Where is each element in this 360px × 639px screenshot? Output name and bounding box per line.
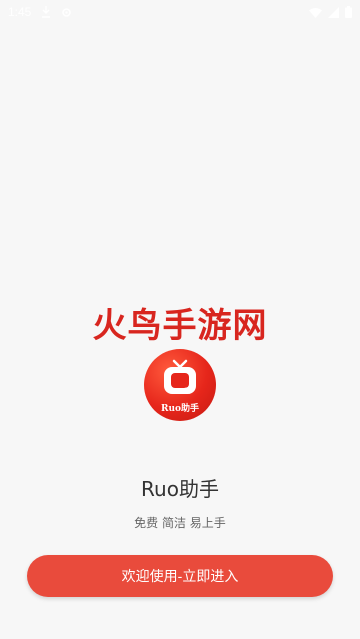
- status-left: 1:45: [8, 5, 72, 19]
- enter-button[interactable]: 欢迎使用-立即进入: [27, 555, 333, 597]
- battery-icon: [345, 6, 352, 18]
- settings-icon: [61, 7, 72, 18]
- app-name: Ruo助手: [141, 477, 219, 501]
- download-icon: [41, 6, 51, 18]
- app-tagline: 免费 简洁 易上手: [134, 516, 226, 530]
- status-right: [309, 6, 352, 18]
- status-time: 1:45: [8, 5, 32, 19]
- app-logo: Ruo助手: [144, 349, 216, 421]
- signal-icon: [328, 6, 339, 18]
- status-bar: 1:45: [0, 0, 360, 24]
- wifi-icon: [309, 7, 322, 18]
- watermark-title: 火鸟手游网: [92, 306, 268, 346]
- tv-icon: [160, 359, 200, 397]
- logo-label: Ruo助手: [160, 404, 200, 414]
